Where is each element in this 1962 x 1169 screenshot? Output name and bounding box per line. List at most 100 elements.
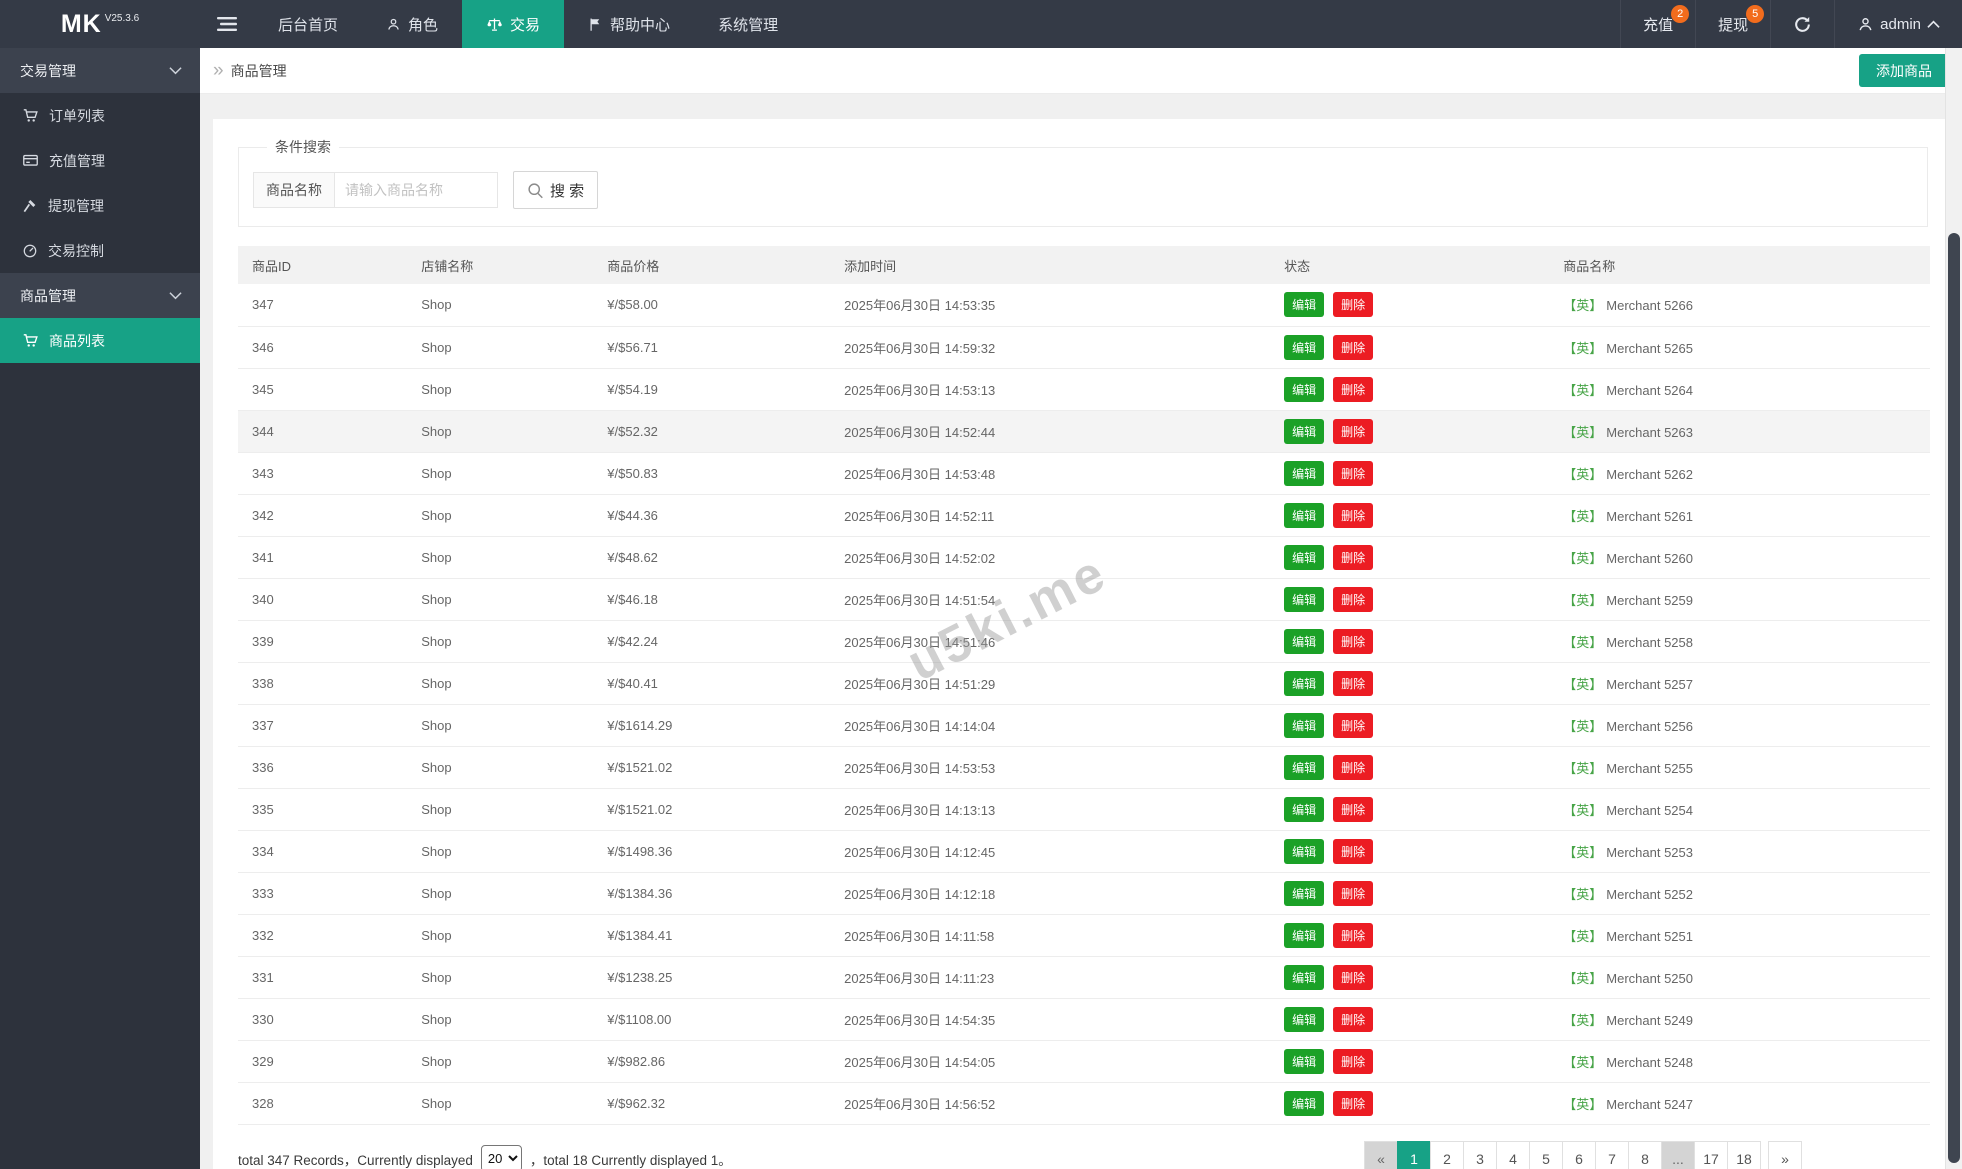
add-product-button[interactable]: 添加商品 bbox=[1859, 54, 1949, 87]
cell-id: 332 bbox=[238, 914, 407, 956]
edit-button[interactable]: 编辑 bbox=[1284, 1049, 1324, 1074]
nav-item[interactable]: 系统管理 bbox=[694, 0, 802, 48]
sidebar-item[interactable]: 充值管理 bbox=[0, 138, 200, 183]
page-button[interactable]: 6 bbox=[1562, 1141, 1596, 1169]
product-name: Merchant 5250 bbox=[1606, 971, 1693, 986]
cell-shop: Shop bbox=[407, 326, 593, 368]
cell-name: 【英】Merchant 5265 bbox=[1549, 326, 1930, 368]
page-button[interactable]: 8 bbox=[1628, 1141, 1662, 1169]
delete-button[interactable]: 删除 bbox=[1333, 1049, 1373, 1074]
sidebar-item-label: 交易控制 bbox=[48, 241, 104, 261]
sidebar-item[interactable]: 提现管理 bbox=[0, 183, 200, 228]
delete-button[interactable]: 删除 bbox=[1333, 377, 1373, 402]
delete-button[interactable]: 删除 bbox=[1333, 923, 1373, 948]
table-row: 339Shop¥/$42.242025年06月30日 14:51:46编辑删除【… bbox=[238, 620, 1930, 662]
edit-button[interactable]: 编辑 bbox=[1284, 461, 1324, 486]
nav-item-label: 帮助中心 bbox=[610, 14, 670, 35]
scrollbar-thumb[interactable] bbox=[1948, 233, 1960, 1163]
cell-status: 编辑删除 bbox=[1270, 872, 1549, 914]
nav-item[interactable]: 后台首页 bbox=[254, 0, 362, 48]
delete-button[interactable]: 删除 bbox=[1333, 881, 1373, 906]
table-row: 332Shop¥/$1384.412025年06月30日 14:11:58编辑删… bbox=[238, 914, 1930, 956]
user-menu[interactable]: admin bbox=[1834, 0, 1962, 48]
language-tag: 【英】 bbox=[1563, 298, 1602, 313]
recharge-nav-button[interactable]: 充值 2 bbox=[1620, 0, 1695, 48]
cell-time: 2025年06月30日 14:53:53 bbox=[830, 746, 1270, 788]
sidebar-toggle-button[interactable] bbox=[200, 0, 254, 48]
edit-button[interactable]: 编辑 bbox=[1284, 419, 1324, 444]
sidebar-group-header[interactable]: 商品管理 bbox=[0, 273, 200, 318]
delete-button[interactable]: 删除 bbox=[1333, 755, 1373, 780]
page-button[interactable]: » bbox=[1768, 1141, 1802, 1169]
edit-button[interactable]: 编辑 bbox=[1284, 1091, 1324, 1116]
delete-button[interactable]: 删除 bbox=[1333, 713, 1373, 738]
edit-button[interactable]: 编辑 bbox=[1284, 881, 1324, 906]
edit-button[interactable]: 编辑 bbox=[1284, 292, 1324, 317]
edit-button[interactable]: 编辑 bbox=[1284, 335, 1324, 360]
edit-button[interactable]: 编辑 bbox=[1284, 671, 1324, 696]
page-button[interactable]: 3 bbox=[1463, 1141, 1497, 1169]
delete-button[interactable]: 删除 bbox=[1333, 292, 1373, 317]
delete-button[interactable]: 删除 bbox=[1333, 797, 1373, 822]
search-button[interactable]: 搜 索 bbox=[513, 171, 598, 209]
hammer-icon bbox=[22, 198, 38, 214]
delete-button[interactable]: 删除 bbox=[1333, 335, 1373, 360]
delete-button[interactable]: 删除 bbox=[1333, 461, 1373, 486]
cell-time: 2025年06月30日 14:51:54 bbox=[830, 578, 1270, 620]
page-size-select[interactable]: 20 bbox=[481, 1145, 522, 1169]
edit-button[interactable]: 编辑 bbox=[1284, 587, 1324, 612]
refresh-button[interactable] bbox=[1770, 0, 1834, 48]
withdraw-nav-button[interactable]: 提现 5 bbox=[1695, 0, 1770, 48]
delete-button[interactable]: 删除 bbox=[1333, 839, 1373, 864]
edit-button[interactable]: 编辑 bbox=[1284, 839, 1324, 864]
nav-item[interactable]: 交易 bbox=[462, 0, 564, 48]
page-button[interactable]: 17 bbox=[1694, 1141, 1728, 1169]
edit-button[interactable]: 编辑 bbox=[1284, 755, 1324, 780]
cell-status: 编辑删除 bbox=[1270, 326, 1549, 368]
sidebar-group-header[interactable]: 交易管理 bbox=[0, 48, 200, 93]
cell-shop: Shop bbox=[407, 284, 593, 326]
breadcrumb: » 商品管理 添加商品 bbox=[200, 48, 1962, 94]
delete-button[interactable]: 删除 bbox=[1333, 629, 1373, 654]
page-button: « bbox=[1364, 1141, 1398, 1169]
sidebar-item[interactable]: 订单列表 bbox=[0, 93, 200, 138]
language-tag: 【英】 bbox=[1563, 719, 1602, 734]
delete-button[interactable]: 删除 bbox=[1333, 671, 1373, 696]
delete-button[interactable]: 删除 bbox=[1333, 1007, 1373, 1032]
cell-status: 编辑删除 bbox=[1270, 746, 1549, 788]
page-button[interactable]: 4 bbox=[1496, 1141, 1530, 1169]
page-button[interactable]: 5 bbox=[1529, 1141, 1563, 1169]
table-row: 343Shop¥/$50.832025年06月30日 14:53:48编辑删除【… bbox=[238, 452, 1930, 494]
edit-button[interactable]: 编辑 bbox=[1284, 629, 1324, 654]
gauge-icon bbox=[22, 243, 38, 259]
delete-button[interactable]: 删除 bbox=[1333, 587, 1373, 612]
sidebar-item[interactable]: 交易控制 bbox=[0, 228, 200, 273]
delete-button[interactable]: 删除 bbox=[1333, 965, 1373, 990]
delete-button[interactable]: 删除 bbox=[1333, 545, 1373, 570]
edit-button[interactable]: 编辑 bbox=[1284, 377, 1324, 402]
edit-button[interactable]: 编辑 bbox=[1284, 713, 1324, 738]
cell-shop: Shop bbox=[407, 452, 593, 494]
delete-button[interactable]: 删除 bbox=[1333, 1091, 1373, 1116]
page-button[interactable]: 2 bbox=[1430, 1141, 1464, 1169]
sidebar-item[interactable]: 商品列表 bbox=[0, 318, 200, 363]
nav-item[interactable]: 帮助中心 bbox=[564, 0, 694, 48]
nav-item[interactable]: 角色 bbox=[362, 0, 462, 48]
delete-button[interactable]: 删除 bbox=[1333, 503, 1373, 528]
cell-price: ¥/$1384.41 bbox=[593, 914, 830, 956]
page-button[interactable]: 7 bbox=[1595, 1141, 1629, 1169]
language-tag: 【英】 bbox=[1563, 1013, 1602, 1028]
cell-status: 编辑删除 bbox=[1270, 998, 1549, 1040]
cell-time: 2025年06月30日 14:52:02 bbox=[830, 536, 1270, 578]
page-button[interactable]: 1 bbox=[1397, 1141, 1431, 1169]
edit-button[interactable]: 编辑 bbox=[1284, 797, 1324, 822]
delete-button[interactable]: 删除 bbox=[1333, 419, 1373, 444]
search-icon bbox=[527, 182, 544, 199]
edit-button[interactable]: 编辑 bbox=[1284, 503, 1324, 528]
product-name-input[interactable] bbox=[335, 172, 498, 208]
edit-button[interactable]: 编辑 bbox=[1284, 1007, 1324, 1032]
edit-button[interactable]: 编辑 bbox=[1284, 923, 1324, 948]
page-button[interactable]: 18 bbox=[1727, 1141, 1761, 1169]
edit-button[interactable]: 编辑 bbox=[1284, 965, 1324, 990]
edit-button[interactable]: 编辑 bbox=[1284, 545, 1324, 570]
